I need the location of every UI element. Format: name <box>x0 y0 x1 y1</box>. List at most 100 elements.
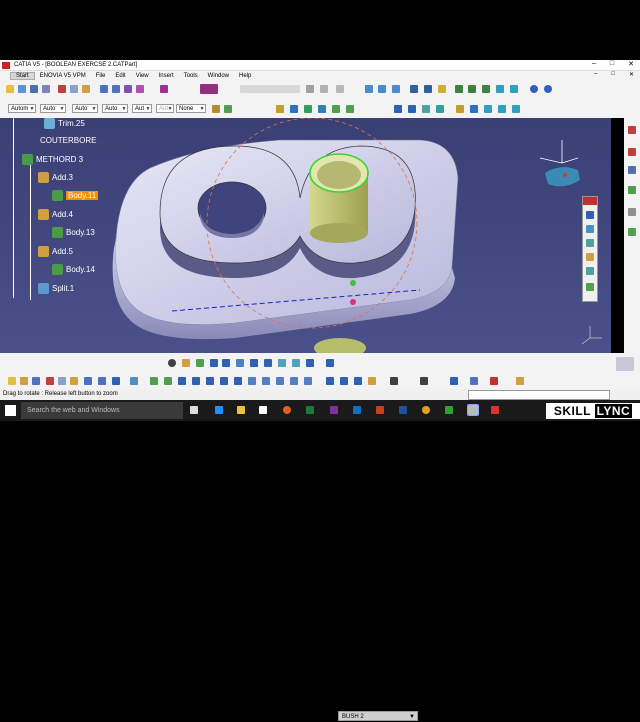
mirror-icon[interactable] <box>456 105 464 113</box>
minimize-button[interactable]: – <box>592 60 596 68</box>
tool2-icon[interactable] <box>224 105 232 113</box>
right-tool-5-icon[interactable] <box>628 208 636 216</box>
catalog-icon[interactable] <box>390 377 398 385</box>
surface-icon[interactable] <box>496 85 504 93</box>
tree-node-add-4[interactable]: Add.4 <box>38 209 73 220</box>
layer-combo[interactable]: Aut ▼ <box>156 104 174 113</box>
right-tool-6-icon[interactable] <box>628 228 636 236</box>
doc-close-button[interactable]: ✕ <box>629 71 634 78</box>
color-combo[interactable]: Autom ▼ <box>8 104 36 113</box>
fit-all-icon[interactable] <box>164 377 172 385</box>
view-mode-icon[interactable] <box>236 359 244 367</box>
save2-icon[interactable] <box>32 377 40 385</box>
compass-icon[interactable] <box>539 140 580 187</box>
whatsthis-icon[interactable] <box>112 377 120 385</box>
undo2-icon[interactable] <box>84 377 92 385</box>
catia-taskbar-icon[interactable] <box>467 404 479 416</box>
line-type-combo[interactable]: Auto ▼ <box>102 104 128 113</box>
menu-view[interactable]: View <box>131 73 154 79</box>
copy2-icon[interactable] <box>58 377 66 385</box>
firefox-icon[interactable] <box>283 406 291 414</box>
curve2-icon[interactable] <box>482 85 490 93</box>
undo-icon[interactable] <box>100 85 108 93</box>
pattern-icon[interactable] <box>470 105 478 113</box>
menu-window[interactable]: Window <box>203 73 234 79</box>
part-design-icon[interactable] <box>124 85 132 93</box>
redo-icon[interactable] <box>112 85 120 93</box>
cut-icon[interactable] <box>58 85 66 93</box>
analysis2-icon[interactable] <box>470 377 478 385</box>
fly-icon[interactable] <box>150 377 158 385</box>
paste-icon[interactable] <box>82 85 90 93</box>
tree-node-trim[interactable]: Trim.25 <box>44 118 85 129</box>
tree-node-body-11[interactable]: Body.11 <box>52 190 99 201</box>
save-icon[interactable] <box>30 85 38 93</box>
surface2-icon[interactable] <box>510 85 518 93</box>
right-tool-3-icon[interactable] <box>628 166 636 174</box>
rib-icon[interactable] <box>346 105 354 113</box>
knowledge-icon[interactable] <box>420 377 428 385</box>
pan2-icon[interactable] <box>178 377 186 385</box>
command-input[interactable] <box>468 390 610 400</box>
view-icon[interactable] <box>365 85 373 93</box>
fillet-icon[interactable] <box>394 105 402 113</box>
render-icon[interactable] <box>276 377 284 385</box>
measure2-icon[interactable] <box>340 377 348 385</box>
float-tool-3-icon[interactable] <box>586 239 594 247</box>
float-tool-6-icon[interactable] <box>586 283 594 291</box>
cut2-icon[interactable] <box>46 377 54 385</box>
open-icon[interactable] <box>18 85 26 93</box>
analysis-icon[interactable] <box>450 377 458 385</box>
recorder-icon[interactable] <box>491 406 499 414</box>
menu-help[interactable]: Help <box>234 73 256 79</box>
tree-node-body-14[interactable]: Body.14 <box>52 264 95 275</box>
float-tool-2-icon[interactable] <box>586 225 594 233</box>
tree-node-add-5[interactable]: Add.5 <box>38 246 73 257</box>
doc-minimize-button[interactable]: – <box>594 71 597 78</box>
zoom-in-icon[interactable] <box>206 377 214 385</box>
close-icon[interactable] <box>583 197 597 205</box>
snap-icon[interactable] <box>278 359 286 367</box>
shaft-icon[interactable] <box>304 105 312 113</box>
tree-node-add-3[interactable]: Add.3 <box>38 172 73 183</box>
zoom-icon[interactable] <box>196 359 204 367</box>
analysis3-icon[interactable] <box>490 377 498 385</box>
new-sketch-icon[interactable] <box>8 377 16 385</box>
painter-icon[interactable] <box>212 105 220 113</box>
maximize-button[interactable]: □ <box>610 60 614 68</box>
float-tool-1-icon[interactable] <box>586 211 594 219</box>
draft-icon[interactable] <box>422 105 430 113</box>
edge-icon[interactable] <box>215 406 223 414</box>
measure3-icon[interactable] <box>354 377 362 385</box>
tree-node-split-1[interactable]: Split.1 <box>38 283 74 294</box>
menu-start[interactable]: Start <box>10 71 35 80</box>
chrome-icon[interactable] <box>422 406 430 414</box>
close-button[interactable]: ✕ <box>628 60 634 68</box>
task-view-icon[interactable] <box>190 406 198 414</box>
powerpoint-icon[interactable] <box>376 406 384 414</box>
spline-icon[interactable] <box>455 85 463 93</box>
line-icon[interactable] <box>424 85 432 93</box>
3d-viewport[interactable]: Trim.25 COUTERBORE METHORD 3 Add.3 Body.… <box>0 118 611 353</box>
help-icon[interactable] <box>130 377 138 385</box>
pan-icon[interactable] <box>182 359 190 367</box>
menu-tools[interactable]: Tools <box>179 73 203 79</box>
windows-start-icon[interactable] <box>5 405 16 416</box>
rotate-icon[interactable] <box>168 359 176 367</box>
iso-view-icon[interactable] <box>262 377 270 385</box>
point-symbol-combo[interactable]: Aut ▼ <box>132 104 152 113</box>
shell-icon[interactable] <box>436 105 444 113</box>
construction-icon[interactable] <box>292 359 300 367</box>
rotate2-icon[interactable] <box>192 377 200 385</box>
view3-icon[interactable] <box>392 85 400 93</box>
pad-icon[interactable] <box>276 105 284 113</box>
sketch-icon[interactable] <box>136 85 144 93</box>
right-tool-2-icon[interactable] <box>628 148 636 156</box>
constraint-icon[interactable] <box>306 359 314 367</box>
paste2-icon[interactable] <box>70 377 78 385</box>
normal-view-icon[interactable] <box>210 359 218 367</box>
float-tool-4-icon[interactable] <box>586 253 594 261</box>
hide-icon[interactable] <box>290 377 298 385</box>
dim3-icon[interactable] <box>336 85 344 93</box>
store-icon[interactable] <box>259 406 267 414</box>
